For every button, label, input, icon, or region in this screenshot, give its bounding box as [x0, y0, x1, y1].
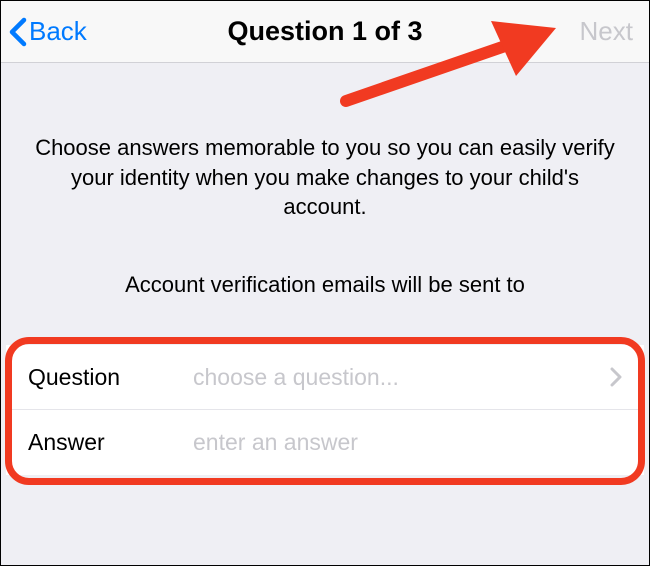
chevron-left-icon: [9, 17, 27, 47]
content-area: Choose answers memorable to you so you c…: [1, 63, 649, 300]
back-button[interactable]: Back: [9, 16, 87, 47]
navigation-bar: Back Question 1 of 3 Next: [1, 1, 649, 63]
page-title: Question 1 of 3: [227, 16, 422, 47]
form-group: Question choose a question... Answer ent…: [6, 345, 644, 475]
security-question-form: Question choose a question... Answer ent…: [6, 345, 644, 475]
chevron-right-icon: [610, 367, 622, 387]
question-placeholder: choose a question...: [193, 364, 602, 391]
instruction-text: Choose answers memorable to you so you c…: [31, 133, 619, 222]
question-label: Question: [28, 364, 193, 391]
email-notice-text: Account verification emails will be sent…: [31, 270, 619, 300]
answer-row[interactable]: Answer enter an answer: [6, 410, 644, 475]
back-label: Back: [29, 16, 87, 47]
next-button[interactable]: Next: [580, 16, 641, 47]
answer-label: Answer: [28, 429, 193, 456]
answer-placeholder: enter an answer: [193, 429, 622, 456]
question-row[interactable]: Question choose a question...: [6, 345, 644, 410]
